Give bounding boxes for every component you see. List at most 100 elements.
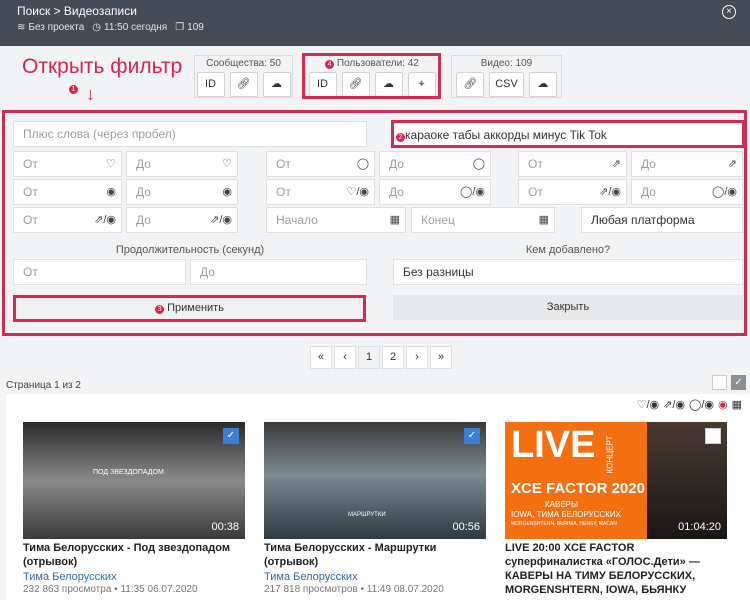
filter-panel: Плюс слова (через пробел) 2 караоке табы … [2,110,747,336]
time-info: ◷ 11:50 сегодня [92,22,168,33]
thumbnail-covers-text: КАВЕРЫ [545,500,579,509]
share-icon: ⇗ [727,158,737,170]
project-info: ≋ Без проекта [17,22,85,33]
page-last[interactable]: » [430,346,452,369]
video-stats: 232 863 просмотра • 11:35 06.07.2020 [23,584,198,595]
likes-per-view-from-input[interactable]: От ♡/◉ [266,179,375,205]
video-title[interactable]: Тима Белорусских - Маршрутки (отрывок) [264,541,486,569]
eye-icon: ◉ [106,186,116,198]
comment-eye-icon: ◯/◉ [712,186,737,198]
reposts-views-from-input[interactable]: От ⇗/◉ [13,207,122,233]
video-title[interactable]: LIVE 20:00 XCE FACTOR суперфиналистка «Г… [505,541,727,597]
thumbnail-caption: МАРШРУТКИ [348,512,386,518]
likes-from-input[interactable]: От ♡ [13,151,122,177]
select-all-checkbox[interactable]: ✓ [731,375,746,390]
comments-per-view-to-input[interactable]: До ◯/◉ [379,179,491,205]
page-1[interactable]: 1 [358,346,380,369]
likes-to-input[interactable]: До ♡ [126,151,238,177]
page-next[interactable]: › [406,346,428,369]
thumbnail-caption: ПОД ЗВЕЗДОПАДОМ [93,469,164,476]
heart-icon: ♡ [106,158,116,170]
query-input[interactable]: 2 караоке табы аккорды минус Tik Tok [391,120,745,148]
link-icon: 🔗︎ [236,78,251,90]
reposts-from-input[interactable]: От ⇗ [518,151,627,177]
video-csv-button[interactable]: CSV [489,72,524,97]
end-date-input[interactable]: Конец ▦ [411,207,555,233]
share-eye-icon: ⇗/◉ [210,214,232,226]
count-info: ❐ 109 [175,22,204,33]
platform-select[interactable]: Любая платформа [581,207,743,233]
views-to-input[interactable]: До ◉ [126,179,238,205]
link-icon: 🔗︎ [463,78,478,90]
start-date-input[interactable]: Начало ▦ [266,207,406,233]
sort-likes-views-icon[interactable]: ♡/◉ [637,398,660,411]
sort-toolbar: ♡/◉ ⇗/◉ ◯/◉ ◉ ▦ [637,398,742,411]
video-card[interactable]: МАРШРУТКИ ✓ 00:56 Тима Белорусских - Мар… [264,422,486,595]
share-icon: ⇗ [611,158,621,170]
select-checkbox[interactable]: ✓ [223,428,239,444]
video-upload-button[interactable]: ☁ [528,72,557,97]
reposts-to-input[interactable]: До ⇗ [631,151,743,177]
arrow-down-icon: ↓ [86,84,95,104]
page-info: Страница 1 из 2 [6,380,81,391]
sort-reposts-views-icon[interactable]: ⇗/◉ [663,398,685,411]
cloud-upload-icon: ☁ [537,78,549,90]
comment-icon: ◯ [356,158,369,170]
deselect-all-checkbox[interactable] [712,375,727,390]
apply-button[interactable]: 3 Применить [13,295,366,322]
reposts-views-to-input[interactable]: До ⇗/◉ [126,207,238,233]
sort-date-icon[interactable]: ▦ [732,398,742,411]
video-thumbnail[interactable]: LIVE КОНЦЕРТ XCE FACTOR 2020 КАВЕРЫ IOWA… [505,422,727,539]
plus-words-input[interactable]: Плюс слова (через пробел) [13,121,367,147]
users-highlight-box [302,53,441,99]
sort-views-icon[interactable]: ◉ [718,398,728,411]
duration-label: Продолжительность (секунд) [115,244,265,256]
page-first[interactable]: « [310,346,332,369]
comments-from-input[interactable]: От ◯ [266,151,375,177]
sort-comments-views-icon[interactable]: ◯/◉ [689,398,714,411]
calendar-icon: ▦ [538,214,549,226]
duration-from-input[interactable]: От [13,259,186,285]
video-group: Видео: 109 🔗︎ CSV ☁ [451,55,562,98]
added-by-select[interactable]: Без разницы [393,259,743,285]
video-thumbnail[interactable]: МАРШРУТКИ ✓ 00:56 [264,422,486,539]
close-icon[interactable]: × [722,5,736,19]
video-card[interactable]: LIVE КОНЦЕРТ XCE FACTOR 2020 КАВЕРЫ IOWA… [505,422,727,597]
duration-to-input[interactable]: До [190,259,367,285]
communities-upload-button[interactable]: ☁ [262,72,291,97]
page-2[interactable]: 2 [382,346,404,369]
video-link-button[interactable]: 🔗︎ [456,72,485,97]
video-author[interactable]: Тима Белорусских [23,571,245,583]
select-checkbox[interactable] [705,428,721,444]
thumbnail-concert-text: КОНЦЕРТ [605,435,615,474]
results-panel: ♡/◉ ⇗/◉ ◯/◉ ◉ ▦ ПОД ЗВЕЗДОПАДОМ ✓ 00:38 … [6,394,750,600]
views-from-input[interactable]: От ◉ [13,179,122,205]
annotation-badge-2: 2 [396,133,405,142]
clock-icon: ◷ [92,22,102,33]
video-author[interactable]: Тима Белорусских [264,571,486,583]
comments-to-input[interactable]: До ◯ [379,151,491,177]
thumbnail-small-text: MORGENSHTERN, БЬЯНКА, HENSY, MACAN [511,521,617,527]
close-filter-button[interactable]: Закрыть [393,295,743,320]
video-title[interactable]: Тима Белорусских - Под звездопадом (отры… [23,541,245,569]
communities-id-button[interactable]: ID [196,72,225,97]
video-card[interactable]: ПОД ЗВЕЗДОПАДОМ ✓ 00:38 Тима Белорусских… [23,422,245,595]
thumbnail-factor-text: XCE FACTOR 2020 [511,480,645,497]
comment-eye-icon: ◯/◉ [460,186,485,198]
reposts-per-view-from-input[interactable]: От ⇗/◉ [518,179,627,205]
annotation-badge-1: 1 [69,85,78,94]
header-meta: ≋ Без проекта ◷ 11:50 сегодня ❐ 109 [17,22,204,33]
comment-icon: ◯ [472,158,485,170]
calendar-icon: ▦ [389,214,400,226]
copy-icon: ❐ [175,22,185,33]
page-prev[interactable]: ‹ [334,346,356,369]
heart-eye-icon: ♡/◉ [346,186,369,198]
thumbnail-names-text: IOWA, ТИМА БЕЛОРУССКИХ [511,510,621,519]
select-checkbox[interactable]: ✓ [464,428,480,444]
comments-per-view-input[interactable]: До ◯/◉ [631,179,743,205]
video-thumbnail[interactable]: ПОД ЗВЕЗДОПАДОМ ✓ 00:38 [23,422,245,539]
annotation-badge-3: 3 [155,305,165,314]
communities-link-button[interactable]: 🔗︎ [229,72,258,97]
share-eye-icon: ⇗/◉ [94,214,116,226]
communities-group: Сообщества: 50 ID 🔗︎ ☁ [194,55,293,98]
